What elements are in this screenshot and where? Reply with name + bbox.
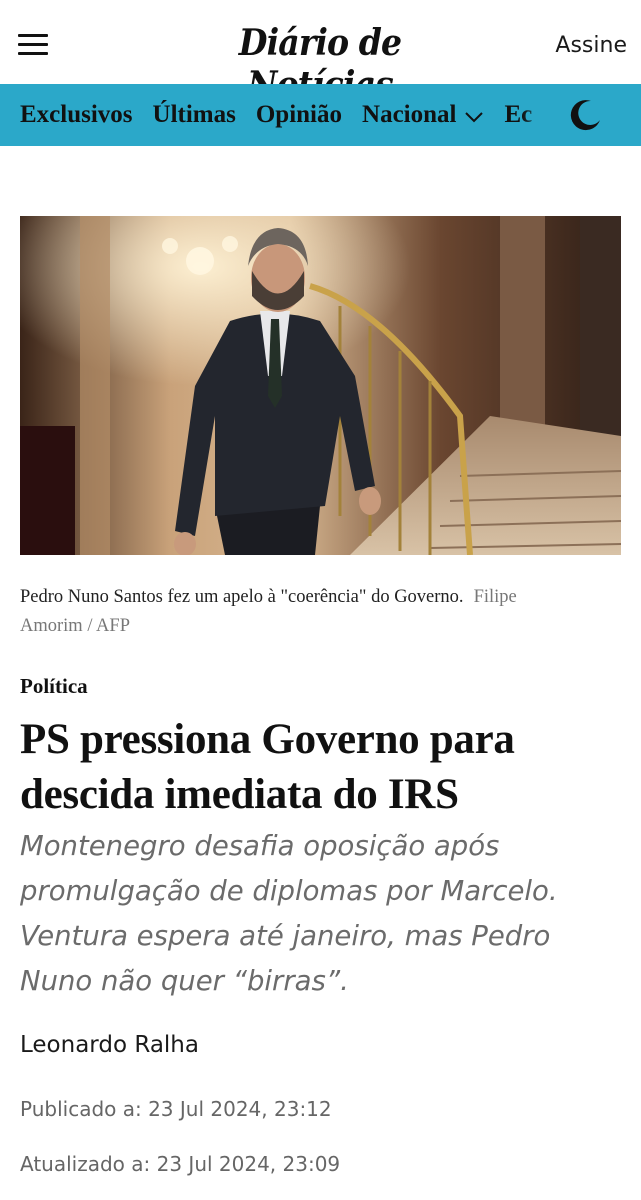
top-bar: Diário de Notícias Assine	[0, 0, 641, 106]
hamburger-menu-icon[interactable]	[18, 32, 48, 58]
nav-item-opiniao[interactable]: Opinião	[256, 101, 342, 129]
subscribe-link[interactable]: Assine	[555, 33, 627, 58]
image-caption: Pedro Nuno Santos fez um apelo à "coerên…	[20, 583, 580, 641]
updated-date: Atualizado a: 23 Jul 2024, 23:09	[20, 1152, 341, 1176]
caption-text: Pedro Nuno Santos fez um apelo à "coerên…	[20, 587, 464, 607]
nav-item-label: Nacional	[362, 101, 457, 128]
moon-icon[interactable]	[569, 98, 603, 132]
nav-item-ultimas[interactable]: Últimas	[153, 101, 236, 129]
article-lead: Montenegro desafia oposição após promulg…	[20, 830, 558, 997]
nav-item-label: Opinião	[255, 101, 343, 128]
nav-fade	[522, 84, 552, 146]
article-headline: PS pressiona Governo para descida imedia…	[20, 716, 515, 818]
author-name[interactable]: Leonardo Ralha	[20, 1032, 199, 1058]
chevron-down-icon	[464, 102, 484, 130]
nav-items: Exclusivos Últimas Opinião Nacional Ec	[20, 84, 552, 146]
published-date: Publicado a: 23 Jul 2024, 23:12	[20, 1097, 332, 1121]
section-nav-bar: Exclusivos Últimas Opinião Nacional Ec	[0, 84, 641, 146]
nav-item-exclusivos[interactable]: Exclusivos	[20, 101, 133, 129]
nav-item-label: Últimas	[152, 101, 236, 128]
nav-item-label: Exclusivos	[20, 101, 133, 128]
article-hero-image[interactable]	[20, 216, 621, 555]
section-label[interactable]: Política	[20, 674, 88, 699]
theme-toggle[interactable]	[552, 84, 641, 146]
nav-item-nacional[interactable]: Nacional	[362, 100, 484, 130]
